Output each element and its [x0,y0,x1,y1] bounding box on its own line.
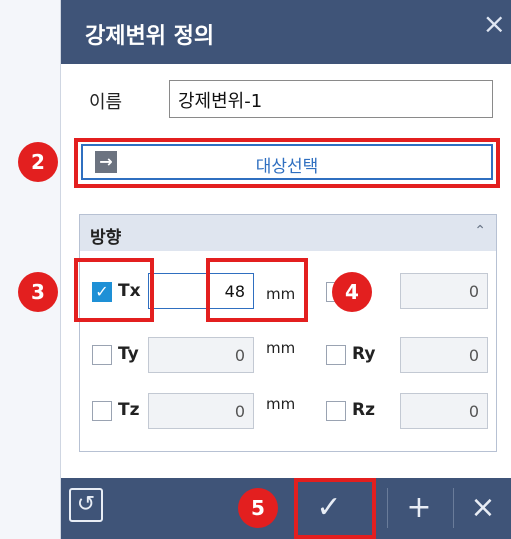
dialog-footer: ↺ ✓ + × [61,478,511,539]
ry-value-input[interactable]: 0 [400,337,488,373]
rz-label: Rz [352,400,375,420]
rz-value-input[interactable]: 0 [400,393,488,429]
direction-section: 방향 ⌃ ✓ Tx 48 mm 0 Ty 0 mm Ry 0 Tz 0 mm R… [79,214,497,452]
annotation-step3: 3 [18,272,58,312]
ty-label: Ty [118,344,139,364]
chevron-up-icon[interactable]: ⌃ [474,223,486,239]
ty-checkbox[interactable] [92,345,112,365]
footer-divider [387,488,388,528]
dialog-title: 강제변위 정의 [85,24,215,49]
annotation-step5: 5 [238,488,278,528]
rz-checkbox[interactable] [326,401,346,421]
ty-value-input[interactable]: 0 [148,337,254,373]
annotation-box-step4 [206,258,308,322]
ty-unit: mm [266,339,296,357]
background-panel [0,0,60,539]
annotation-box-step2 [74,138,500,188]
rx-value-input[interactable]: 0 [400,273,488,309]
add-button[interactable]: + [389,478,449,539]
ry-label: Ry [352,344,376,364]
tz-unit: mm [266,395,296,413]
tz-value-input[interactable]: 0 [148,393,254,429]
reset-icon[interactable]: ↺ [69,488,103,522]
tz-label: Tz [118,400,140,420]
cancel-button[interactable]: × [453,478,511,539]
annotation-box-step3 [74,258,154,322]
direction-header[interactable]: 방향 ⌃ [80,215,496,251]
dialog-titlebar: 강제변위 정의 × [61,0,511,64]
ry-checkbox[interactable] [326,345,346,365]
name-input[interactable]: 강제변위-1 [169,80,493,118]
close-icon[interactable]: × [483,10,506,38]
annotation-step2: 2 [18,142,58,182]
name-label: 이름 [89,92,123,113]
annotation-box-step5 [294,478,376,539]
annotation-step4: 4 [332,272,372,312]
tz-checkbox[interactable] [92,401,112,421]
direction-title: 방향 [90,228,122,248]
